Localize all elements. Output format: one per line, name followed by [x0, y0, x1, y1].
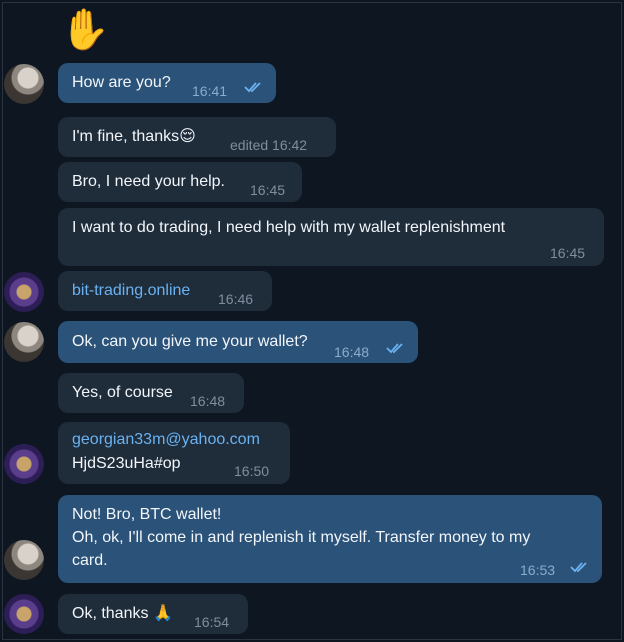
message-edited-time: edited 16:42: [230, 137, 308, 153]
double-check-icon: [386, 343, 403, 354]
link-text[interactable]: bit-trading.online: [72, 280, 190, 302]
message-text: Yes, of course: [72, 384, 173, 401]
message-text: Ok, can you give me your wallet?: [72, 333, 308, 350]
message-text-line: Not! Bro, BTC wallet!: [72, 506, 222, 523]
message-time: 16:53: [520, 562, 556, 578]
relieved-face-emoji: 😌: [179, 128, 196, 145]
message-text: I'm fine, thanks😌: [72, 128, 196, 145]
message-text-line: card.: [72, 552, 108, 569]
email-link[interactable]: georgian33m@yahoo.com: [72, 429, 260, 451]
message-time: 16:45: [250, 182, 286, 198]
message-time: 16:48: [190, 393, 226, 409]
message-text: Ok, thanks 🙏: [72, 605, 173, 622]
user-avatar[interactable]: [4, 594, 44, 634]
message-bubble-incoming[interactable]: Bro, I need your help. 16:45: [58, 162, 302, 202]
contact-avatar[interactable]: [4, 540, 44, 580]
message-text-line: Oh, ok, I'll come in and replenish it my…: [72, 529, 531, 546]
contact-avatar[interactable]: [4, 64, 44, 104]
message-bubble-incoming[interactable]: I'm fine, thanks😌 edited 16:42: [58, 117, 336, 157]
message-bubble-incoming[interactable]: bit-trading.online 16:46: [58, 271, 272, 311]
wave-hand-emoji: ✋: [60, 8, 110, 52]
message-bubble-incoming[interactable]: I want to do trading, I need help with m…: [58, 208, 604, 266]
double-check-icon: [244, 82, 261, 93]
message-time: 16:48: [334, 344, 370, 360]
message-time: 16:41: [192, 83, 228, 99]
message-time: 16:54: [194, 614, 230, 630]
message-bubble-incoming[interactable]: georgian33m@yahoo.com HjdS23uHa#op 16:50: [58, 422, 290, 484]
message-text: Bro, I need your help.: [72, 173, 225, 190]
double-check-icon: [570, 562, 587, 573]
contact-avatar[interactable]: [4, 322, 44, 362]
user-avatar[interactable]: [4, 272, 44, 312]
folded-hands-emoji: 🙏: [152, 605, 173, 622]
message-time: 16:50: [234, 463, 270, 479]
message-text: How are you?: [72, 74, 171, 91]
message-bubble-outgoing[interactable]: Ok, can you give me your wallet? 16:48: [58, 321, 418, 363]
message-text: HjdS23uHa#op: [72, 455, 181, 472]
message-text: I want to do trading, I need help with m…: [72, 219, 506, 236]
message-time: 16:46: [218, 291, 254, 307]
user-avatar[interactable]: [4, 444, 44, 484]
message-bubble-incoming[interactable]: Ok, thanks 🙏 16:54: [58, 594, 248, 634]
message-time: 16:45: [550, 245, 586, 261]
message-bubble-outgoing[interactable]: How are you? 16:41: [58, 63, 276, 103]
message-bubble-outgoing[interactable]: Not! Bro, BTC wallet! Oh, ok, I'll come …: [58, 495, 602, 583]
message-bubble-incoming[interactable]: Yes, of course 16:48: [58, 373, 244, 413]
